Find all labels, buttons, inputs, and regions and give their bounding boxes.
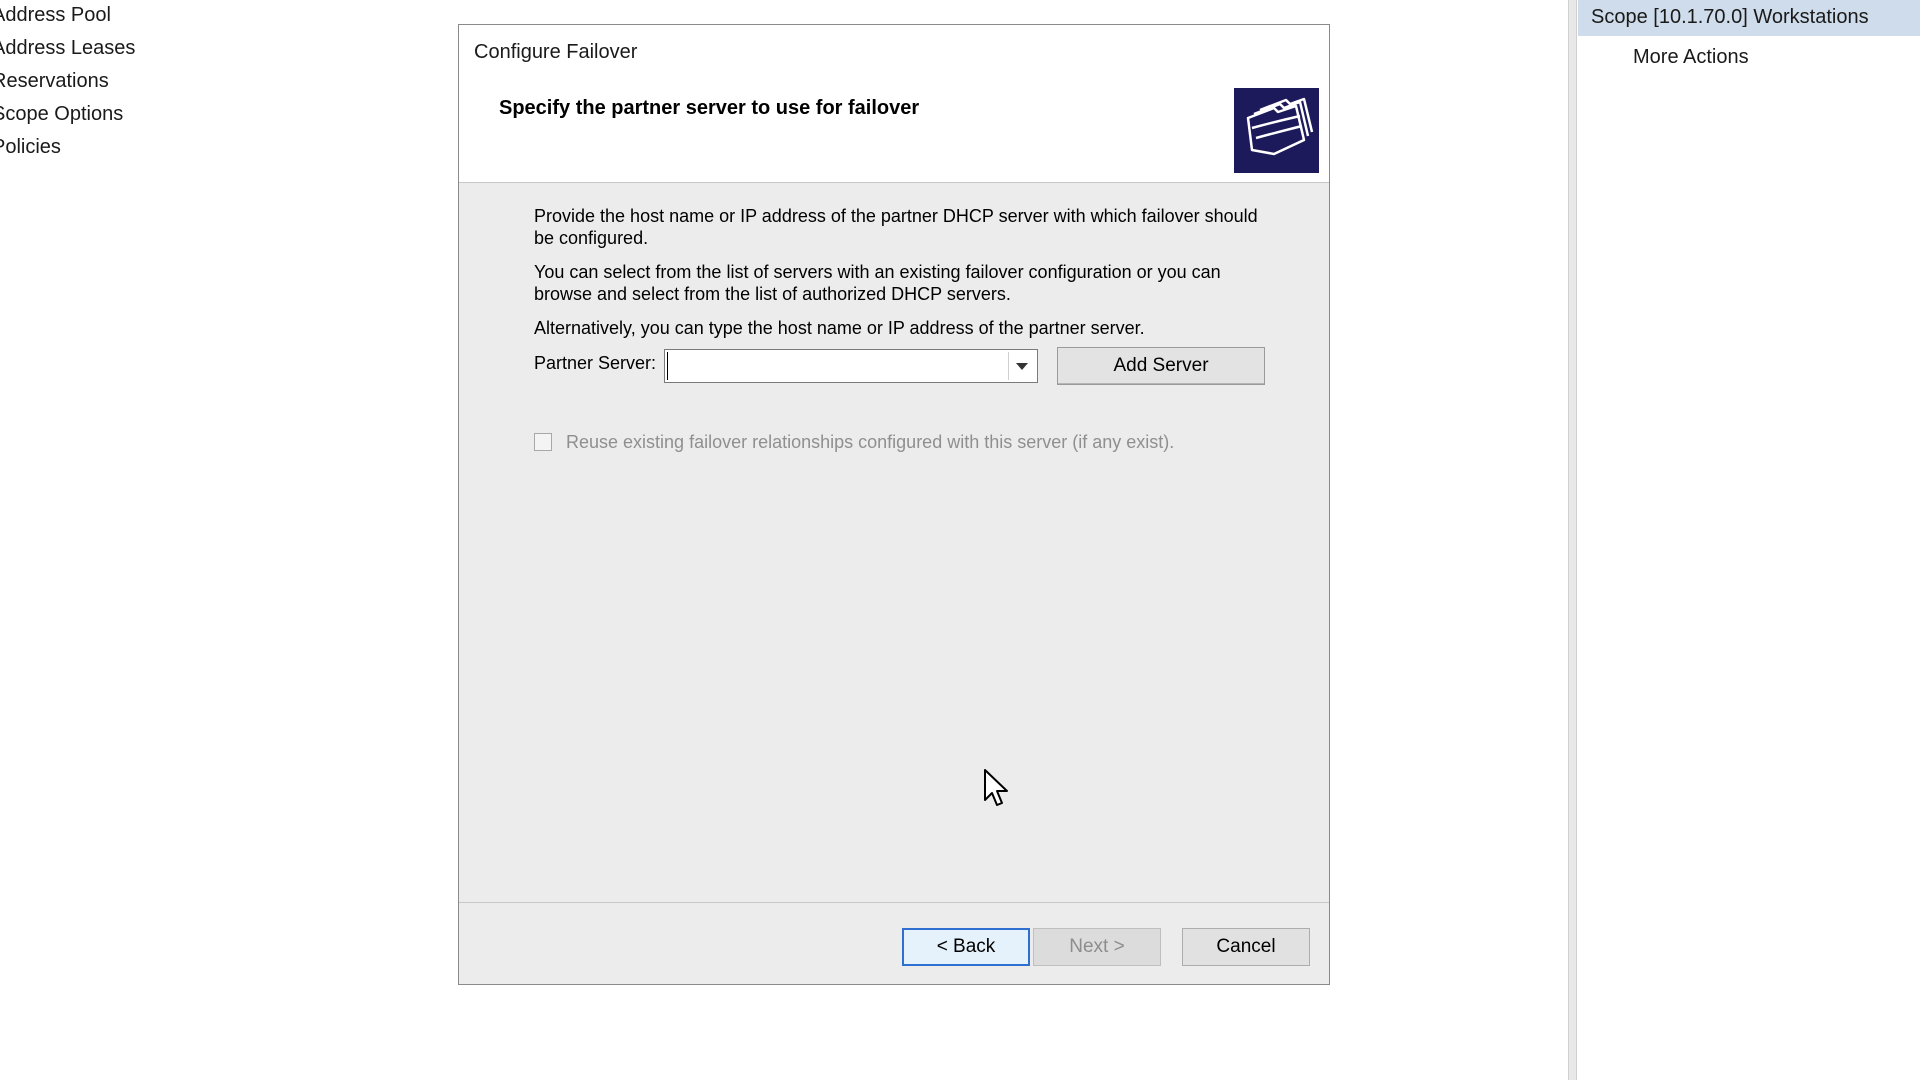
tree-item-address-leases[interactable]: Address Leases [0, 33, 192, 66]
tree-item-reservations[interactable]: Reservations [0, 66, 192, 99]
tree-item-scope-options[interactable]: Scope Options [0, 99, 192, 132]
partner-server-label: Partner Server: [534, 353, 657, 373]
partner-server-row: Partner Server: Add Server [534, 347, 1274, 389]
add-server-button[interactable]: Add Server [1057, 347, 1265, 385]
pane-splitter[interactable] [1568, 0, 1577, 1080]
cancel-button[interactable]: Cancel [1182, 928, 1310, 966]
description-paragraph: Alternatively, you can type the host nam… [534, 318, 1145, 338]
actions-pane: Scope [10.1.70.0] Workstations More Acti… [1578, 0, 1920, 1080]
footer-divider [459, 902, 1329, 903]
more-actions-item[interactable]: More Actions [1578, 42, 1920, 72]
actions-header[interactable]: Scope [10.1.70.0] Workstations [1578, 0, 1920, 36]
dialog-heading: Specify the partner server to use for fa… [499, 97, 920, 119]
tree-item-policies[interactable]: Policies [0, 132, 192, 165]
partner-server-input[interactable] [667, 352, 1006, 380]
reuse-failover-row: Reuse existing failover relationships co… [534, 429, 1174, 455]
mouse-cursor-icon [983, 768, 1011, 808]
next-button[interactable]: Next > [1033, 928, 1161, 966]
back-button[interactable]: < Back [902, 928, 1030, 966]
dialog-title: Configure Failover [474, 41, 638, 63]
reuse-failover-checkbox[interactable] [534, 433, 552, 451]
dialog-header-area: Configure Failover Specify the partner s… [459, 25, 1329, 183]
configure-failover-dialog: Configure Failover Specify the partner s… [458, 24, 1330, 985]
partner-server-combobox[interactable] [664, 349, 1038, 383]
reuse-failover-label: Reuse existing failover relationships co… [566, 431, 1175, 452]
description-paragraph: Provide the host name or IP address of t… [534, 206, 1258, 248]
scope-tree: Address Pool Address Leases Reservations… [0, 0, 192, 165]
description-paragraph: You can select from the list of servers … [534, 262, 1221, 304]
tree-item-address-pool[interactable]: Address Pool [0, 0, 192, 33]
dialog-description: Provide the host name or IP address of t… [534, 205, 1274, 347]
failover-folders-icon [1234, 88, 1319, 173]
chevron-down-icon[interactable] [1008, 352, 1035, 380]
